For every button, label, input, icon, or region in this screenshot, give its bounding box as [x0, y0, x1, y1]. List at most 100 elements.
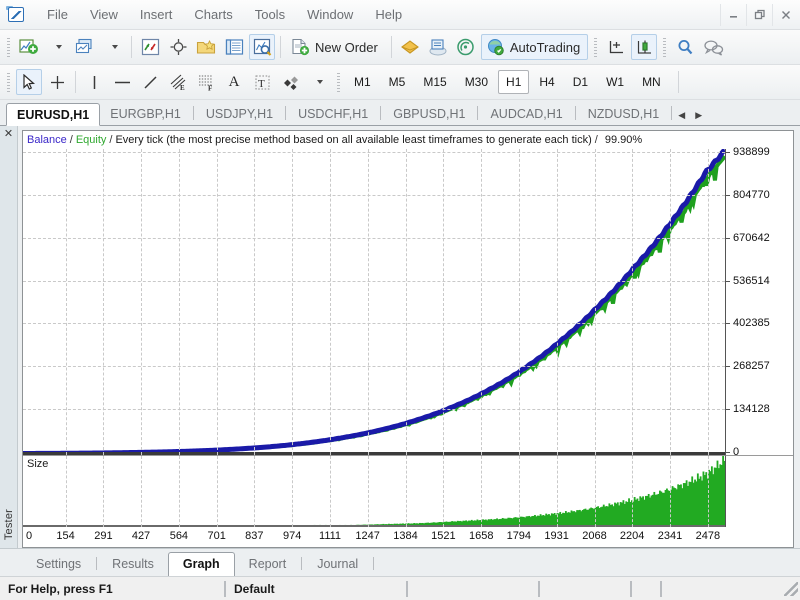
autotrading-button[interactable]: AutoTrading — [480, 34, 589, 60]
equidistant-channel-tool[interactable]: E — [165, 69, 191, 95]
chevron-down-icon — [111, 45, 118, 49]
chart-tab-nzdusd[interactable]: NZDUSD,H1 — [578, 103, 670, 125]
tab-next-arrow-icon[interactable]: ▶ — [695, 110, 702, 121]
balance-plot-area[interactable] — [23, 149, 725, 455]
x-axis-tick: 1384 — [393, 530, 418, 542]
vertical-line-tool[interactable] — [81, 69, 107, 95]
close-button[interactable] — [772, 4, 798, 26]
menu-item-help[interactable]: Help — [364, 3, 413, 26]
chart-tab-eurusd[interactable]: EURUSD,H1 — [6, 103, 101, 126]
tester-tab-results[interactable]: Results — [98, 553, 168, 576]
menu-item-view[interactable]: View — [79, 3, 129, 26]
horizontal-line-tool[interactable] — [109, 69, 135, 95]
toolbar-grip[interactable] — [5, 36, 12, 58]
chart-tab-audcad[interactable]: AUDCAD,H1 — [480, 103, 572, 125]
timeframe-m15[interactable]: M15 — [415, 70, 454, 94]
y-axis: 0 134128 268257 402385 536514 670642 804770 938… — [725, 146, 793, 458]
fibonacci-tool[interactable]: F — [193, 69, 219, 95]
shapes-dropdown[interactable] — [305, 69, 331, 95]
timeframe-m1[interactable]: M1 — [346, 70, 379, 94]
toolbar-grip[interactable] — [592, 36, 600, 58]
new-chart-dropdown[interactable] — [44, 34, 70, 60]
resize-grip-icon[interactable] — [784, 581, 798, 596]
menu-item-window[interactable]: Window — [296, 3, 364, 26]
timeframe-w1[interactable]: W1 — [598, 70, 632, 94]
x-axis-tick: 837 — [245, 530, 264, 542]
x-axis-pad — [725, 527, 793, 547]
shapes-tool[interactable] — [277, 69, 303, 95]
timeframe-m5[interactable]: M5 — [381, 70, 414, 94]
x-axis-tick: 291 — [94, 530, 113, 542]
tab-separator — [373, 557, 375, 570]
status-cell-2 — [540, 577, 630, 600]
chevron-down-icon — [316, 80, 323, 84]
x-axis-tick: 2478 — [695, 530, 721, 542]
timeframe-h4[interactable]: H4 — [531, 70, 562, 94]
size-plot-area[interactable]: Size — [23, 455, 726, 527]
legend-sep-2: / — [109, 134, 113, 146]
tester-tab-graph[interactable]: Graph — [167, 552, 235, 577]
minimize-button[interactable] — [720, 4, 746, 26]
new-order-button[interactable]: New Order — [286, 34, 386, 60]
zoom-button[interactable] — [672, 34, 698, 60]
status-bar: For Help, press F1 Default — [0, 576, 800, 600]
signals-button[interactable] — [453, 34, 479, 60]
menu-item-file[interactable]: File — [36, 3, 79, 26]
chart-tab-usdchf[interactable]: USDCHF,H1 — [288, 103, 378, 125]
timeframe-d1[interactable]: D1 — [565, 70, 596, 94]
timeframe-m30[interactable]: M30 — [457, 70, 496, 94]
status-help-text: For Help, press F1 — [8, 581, 113, 596]
restore-button[interactable] — [746, 4, 772, 26]
x-axis-tick: 1521 — [431, 530, 456, 542]
tab-separator — [285, 106, 287, 120]
autotrading-label: AutoTrading — [509, 39, 581, 55]
text-tool[interactable]: A — [221, 69, 247, 95]
tester-tab-report[interactable]: Report — [235, 553, 301, 576]
x-axis: 0 154 291 427 564 701 837 974 1111 1247 1384 1521 16… — [23, 527, 725, 547]
bar-chart-button[interactable] — [631, 34, 658, 60]
y-axis-tick: 536514 — [726, 275, 770, 287]
new-order-label: New Order — [315, 39, 378, 55]
trendline-tool[interactable] — [137, 69, 163, 95]
x-axis-tick: 564 — [169, 530, 189, 542]
menu-item-tools[interactable]: Tools — [244, 3, 296, 26]
x-axis-tick: 1247 — [355, 530, 380, 542]
toolbar-grip[interactable] — [5, 71, 12, 93]
menu-item-charts[interactable]: Charts — [183, 3, 243, 26]
profiles-dropdown[interactable] — [100, 34, 126, 60]
menu-item-insert[interactable]: Insert — [129, 3, 184, 26]
tab-prev-arrow-icon[interactable]: ◀ — [678, 110, 685, 121]
strategy-tester-button[interactable] — [249, 34, 275, 60]
crosshair-tool[interactable] — [44, 69, 70, 95]
toolbar-grip[interactable] — [335, 71, 342, 93]
tab-separator — [301, 557, 303, 570]
graph-panel: Balance / Equity / Every tick (the most … — [18, 126, 800, 548]
tester-tab-journal[interactable]: Journal — [303, 553, 372, 576]
market-watch-button[interactable] — [137, 34, 163, 60]
timeframe-h1[interactable]: H1 — [498, 70, 530, 94]
size-plot-wrap: Size — [23, 455, 793, 527]
tester-tab-settings[interactable]: Settings — [22, 553, 95, 576]
cursor-tool[interactable] — [16, 69, 42, 95]
chat-button[interactable] — [700, 34, 727, 60]
chart-tab-gbpusd[interactable]: GBPUSD,H1 — [383, 103, 475, 125]
navigator-button[interactable] — [193, 34, 219, 60]
chart-tab-eurgbp[interactable]: EURGBP,H1 — [100, 103, 191, 125]
label-tool[interactable]: T — [249, 69, 275, 95]
profiles-button[interactable] — [72, 34, 98, 60]
toolbar-separator — [390, 36, 392, 58]
terminal-button[interactable] — [221, 34, 247, 60]
y-axis-tick: 268257 — [726, 360, 770, 372]
mql5-community-button[interactable] — [425, 34, 451, 60]
metaeditor-button[interactable] — [397, 34, 423, 60]
balance-equity-curve — [23, 149, 725, 455]
toolbar-grip[interactable] — [661, 36, 669, 58]
tester-close-button[interactable]: ✕ — [4, 129, 13, 140]
data-window-button[interactable] — [165, 34, 191, 60]
chart-tab-usdjpy[interactable]: USDJPY,H1 — [196, 103, 283, 125]
crosshair-tool-button[interactable] — [603, 34, 629, 60]
timeframe-mn[interactable]: MN — [634, 70, 669, 94]
new-chart-button[interactable] — [16, 34, 42, 60]
svg-text:E: E — [180, 84, 185, 91]
x-axis-tick: 2341 — [657, 530, 683, 542]
